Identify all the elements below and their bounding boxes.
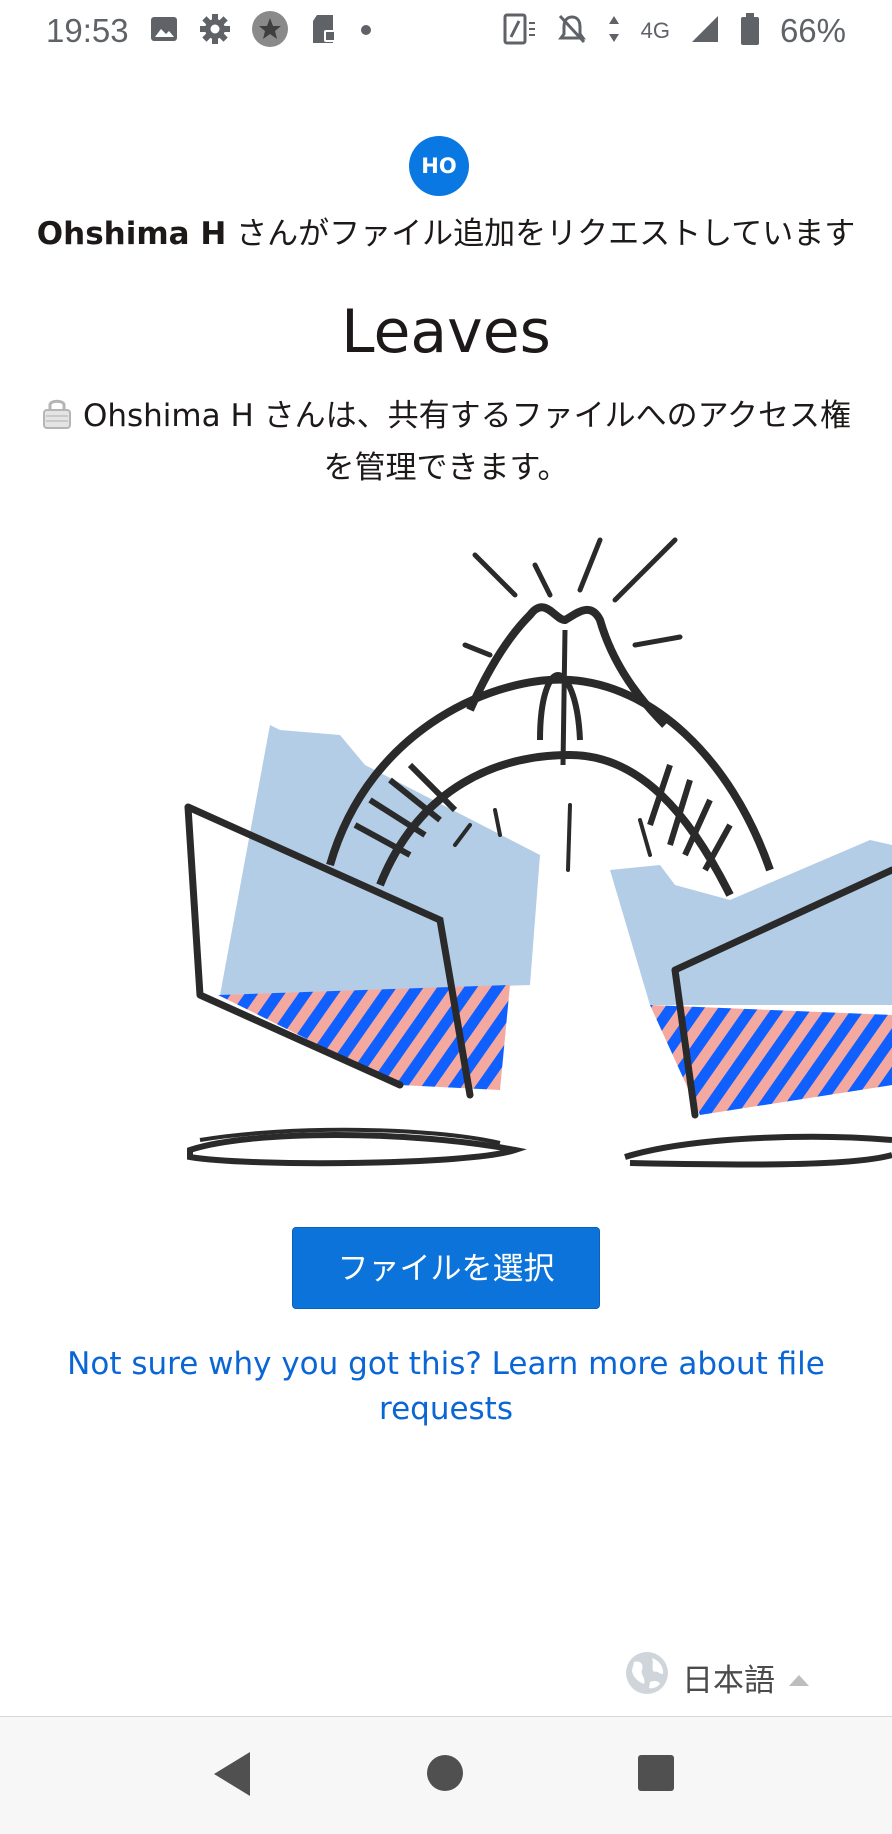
status-bar: 19:53 4G 66% <box>0 0 892 62</box>
high-five-folders-illustration <box>170 525 892 1185</box>
recents-icon[interactable] <box>636 1753 676 1797</box>
page-title: Leaves <box>341 297 551 367</box>
gear-icon <box>199 13 231 49</box>
request-text: さんがファイル追加をリクエストしています <box>226 216 856 252</box>
status-bar-left: 19:53 <box>46 10 373 52</box>
file-request-page: 19:53 4G 66% HO Ohshima H さんがファイル追加をリクエス… <box>0 0 892 1834</box>
signal-icon <box>690 14 720 48</box>
status-bar-right: 4G 66% <box>503 12 846 50</box>
bell-off-icon <box>557 13 587 49</box>
data-arrows-icon <box>607 14 621 48</box>
system-nav-bar <box>0 1717 892 1834</box>
sd-card-icon <box>309 13 339 49</box>
star-circle-icon <box>251 10 289 52</box>
lock-icon <box>41 396 73 444</box>
caret-up-icon <box>787 1659 811 1695</box>
access-note-text: Ohshima H さんは、共有するファイルへのアクセス権を管理できます。 <box>82 398 852 486</box>
battery-percent: 66% <box>779 12 846 49</box>
back-icon[interactable] <box>210 1749 254 1803</box>
language-label: 日本語 <box>682 1662 775 1699</box>
learn-more-link[interactable]: Not sure why you got this? Learn more ab… <box>60 1342 832 1432</box>
home-icon[interactable] <box>425 1753 465 1797</box>
image-icon <box>149 14 179 48</box>
network-type: 4G <box>640 18 670 43</box>
avatar: HO <box>409 136 469 196</box>
language-selector[interactable]: 日本語 <box>624 1652 811 1702</box>
status-time: 19:53 <box>46 12 129 49</box>
nfc-icon <box>503 13 537 49</box>
battery-icon <box>740 12 760 50</box>
choose-file-button[interactable]: ファイルを選択 <box>292 1227 600 1309</box>
access-note: Ohshima H さんは、共有するファイルへのアクセス権を管理できます。 <box>40 392 852 492</box>
requester-name: Ohshima H <box>36 216 227 252</box>
dot-icon <box>359 22 373 41</box>
request-message: Ohshima H さんがファイル追加をリクエストしています <box>0 210 892 258</box>
globe-icon <box>624 1650 670 1704</box>
